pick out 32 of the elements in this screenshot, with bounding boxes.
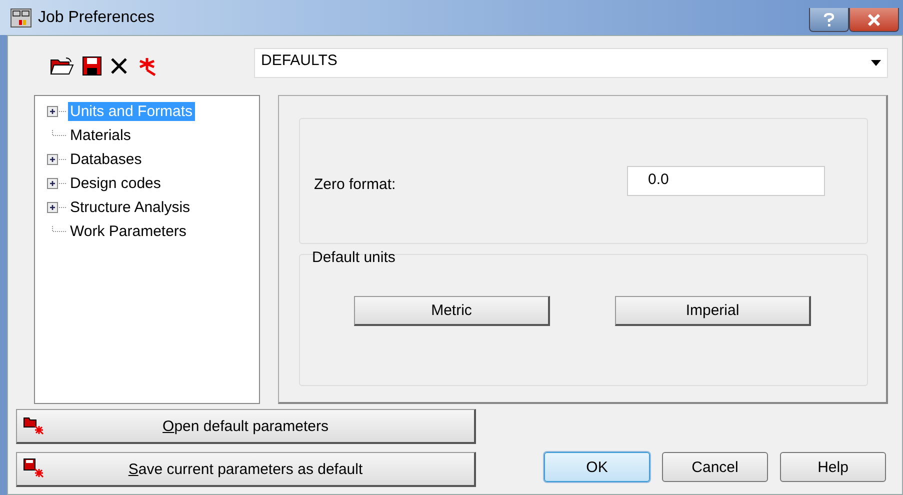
window-title: Job Preferences [38, 8, 155, 26]
close-icon [867, 14, 881, 26]
tree-item[interactable]: Work Parameters [68, 222, 188, 240]
expand-icon[interactable] [47, 106, 66, 116]
preset-dropdown[interactable]: DEFAULTS [254, 48, 888, 78]
tree-item[interactable]: Databases [68, 150, 144, 168]
tree-item[interactable]: Structure Analysis [68, 198, 192, 216]
expand-icon[interactable] [47, 154, 66, 164]
help-button[interactable] [809, 8, 849, 32]
expand-icon[interactable] [47, 202, 66, 212]
app-icon [10, 8, 32, 28]
save-icon[interactable] [82, 56, 102, 76]
tree-item[interactable]: Design codes [68, 174, 163, 192]
tree-item[interactable]: Materials [68, 126, 133, 144]
close-button[interactable] [849, 8, 899, 32]
dropdown-arrow-icon [871, 60, 881, 66]
unit-button[interactable]: Metric [354, 296, 550, 326]
save-defaults-button[interactable]: Save current parameters as default [16, 452, 476, 487]
save-icon [23, 458, 45, 478]
open-folder-icon[interactable] [50, 56, 74, 76]
dialog-button[interactable]: OK [544, 452, 650, 482]
zero-format-label: Zero format: [314, 176, 396, 192]
dialog-button[interactable]: Help [780, 452, 886, 482]
group-title: Default units [312, 249, 396, 266]
unit-button[interactable]: Imperial [615, 296, 811, 326]
delete-icon[interactable] [110, 57, 128, 75]
open-defaults-button[interactable]: Open default parameters [16, 409, 476, 444]
open-folder-icon [23, 415, 45, 435]
question-icon [823, 12, 835, 26]
dialog-button[interactable]: Cancel [662, 452, 768, 482]
expand-icon[interactable] [47, 178, 66, 188]
zero-format-field[interactable]: 0.0 [627, 166, 825, 196]
